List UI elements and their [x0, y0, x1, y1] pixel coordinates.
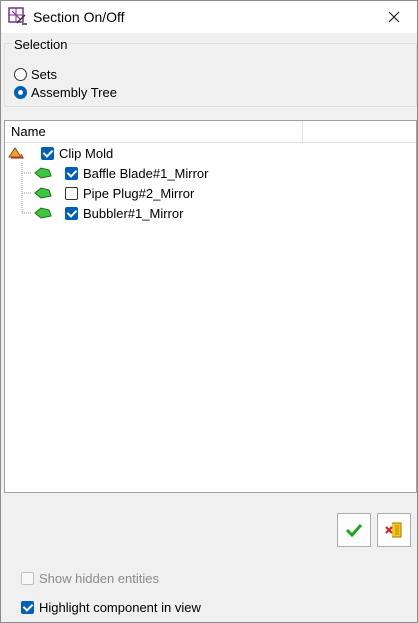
- cancel-exit-icon: [385, 522, 402, 538]
- radio-sets-button[interactable]: [14, 68, 27, 81]
- radio-sets-label: Sets: [31, 67, 58, 82]
- checkbox-clip-mold[interactable]: [41, 146, 54, 160]
- tree-label-bubbler: Bubbler#1_Mirror: [83, 205, 184, 221]
- close-button[interactable]: [371, 1, 417, 33]
- highlight-label: Highlight component in view: [39, 600, 201, 615]
- tree-row-baffle-blade[interactable]: Baffle Blade#1_Mirror: [33, 163, 209, 183]
- checkbox-baffle-blade[interactable]: [65, 166, 78, 180]
- highlight-component-option[interactable]: Highlight component in view: [21, 600, 201, 615]
- tree-row-bubbler[interactable]: Bubbler#1_Mirror: [33, 203, 183, 223]
- checkbox-show-hidden[interactable]: [21, 572, 34, 585]
- tree-row-root[interactable]: Clip Mold: [7, 143, 113, 163]
- show-hidden-label: Show hidden entities: [39, 571, 159, 586]
- selection-legend: Selection: [13, 37, 69, 52]
- ok-button[interactable]: [337, 513, 371, 547]
- part-icon: [34, 207, 52, 219]
- radio-sets[interactable]: Sets: [14, 67, 57, 82]
- section-app-icon: [8, 7, 27, 25]
- tree-label-pipe-plug: Pipe Plug#2_Mirror: [83, 185, 195, 201]
- assembly-icon: [8, 147, 24, 159]
- radio-assembly-tree-button[interactable]: [14, 86, 27, 99]
- tree-label-baffle-blade: Baffle Blade#1_Mirror: [83, 165, 209, 181]
- close-icon: [388, 11, 400, 23]
- tree-header: Name: [5, 121, 416, 143]
- tree-label-clip-mold: Clip Mold: [59, 145, 114, 161]
- assembly-tree-panel[interactable]: Name Clip Mold Baffle Blade#1_Mirror Pip…: [4, 120, 417, 493]
- radio-assembly-tree[interactable]: Assembly Tree: [14, 85, 117, 100]
- part-icon: [34, 167, 52, 179]
- checkbox-bubbler[interactable]: [65, 206, 78, 220]
- tree-row-pipe-plug[interactable]: Pipe Plug#2_Mirror: [33, 183, 194, 203]
- part-icon: [34, 187, 52, 199]
- cancel-button[interactable]: [377, 513, 411, 547]
- section-dialog: Section On/Off Selection Sets Assembly T…: [0, 0, 418, 623]
- checkbox-highlight[interactable]: [21, 601, 34, 614]
- selection-group: Selection Sets Assembly Tree: [4, 37, 417, 107]
- column-header-spacer: [303, 121, 416, 142]
- window-title: Section On/Off: [33, 9, 125, 25]
- checkbox-pipe-plug[interactable]: [65, 186, 78, 200]
- checkmark-icon: [345, 523, 363, 537]
- show-hidden-entities-option[interactable]: Show hidden entities: [21, 571, 159, 586]
- radio-assembly-tree-label: Assembly Tree: [31, 85, 117, 100]
- title-bar: Section On/Off: [1, 1, 417, 33]
